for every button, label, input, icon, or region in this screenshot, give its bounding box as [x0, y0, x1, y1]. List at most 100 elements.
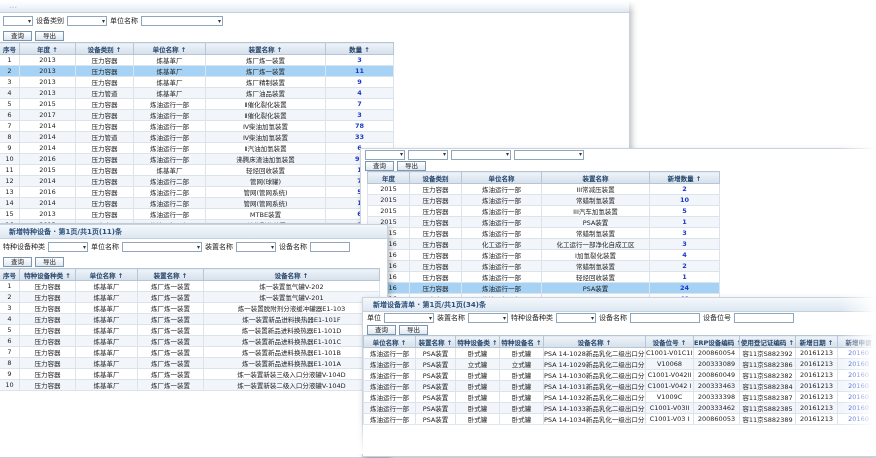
- equip-name-input[interactable]: [630, 313, 700, 323]
- table-cell: Ⅳ柴油加氢装置: [206, 121, 326, 132]
- table-row[interactable]: 72014压力容器炼油运行一部Ⅳ柴油加氢装置78: [0, 121, 394, 132]
- equip-type-select[interactable]: [556, 313, 596, 323]
- column-header[interactable]: 新增数量 ↑: [650, 172, 720, 184]
- table-cell: 3: [0, 303, 20, 314]
- column-header[interactable]: 单位名称: [462, 172, 542, 184]
- column-header[interactable]: 装置名称 ↑: [416, 336, 456, 348]
- table-row[interactable]: 8压力容器炼基革厂炼厂炼一装置炼一装置新品进料换热器E1-101A: [0, 358, 380, 369]
- table-row[interactable]: 132016压力容器炼油运行二部管网(管网系统)5: [0, 187, 394, 198]
- filter-select-b[interactable]: [408, 150, 448, 160]
- column-header[interactable]: 特种设备类 ↑: [456, 336, 500, 348]
- table-row[interactable]: 10压力容器炼基革厂炼厂炼一装置炼一装置新装二级入口分液罐V-104D: [0, 380, 380, 391]
- column-header[interactable]: 设备名称 ↑: [204, 269, 380, 281]
- column-header[interactable]: 装置名称 ↑: [206, 43, 326, 55]
- table-row[interactable]: 6压力容器炼基革厂炼厂炼一装置炼一装置新品进料换热器E1-101C: [0, 336, 380, 347]
- table-cell: 7: [0, 121, 20, 132]
- table-row[interactable]: 102016压力容器炼油运行一部沸腾床渣油加氢装置92: [0, 154, 394, 165]
- query-button[interactable]: 查询: [3, 257, 32, 267]
- column-header[interactable]: 单位名称 ↑: [134, 43, 206, 55]
- table-row[interactable]: 2016压力容器炼油运行一部PSA装置24: [368, 283, 720, 294]
- device-name-select[interactable]: [236, 242, 276, 252]
- table-row[interactable]: 62017压力容器炼油运行一部Ⅱ催化裂化装置3: [0, 110, 394, 121]
- equip-name-input[interactable]: [310, 242, 350, 252]
- export-button[interactable]: 导出: [397, 161, 426, 171]
- table-row[interactable]: 2压力容器炼基革厂炼厂炼一装置炼一装置氢气罐V-201: [0, 292, 380, 303]
- export-button[interactable]: 导出: [35, 257, 64, 267]
- table-row[interactable]: 2015压力容器炼油运行一部PSA装置1: [368, 217, 720, 228]
- column-header[interactable]: 设备类别 ↑: [76, 43, 134, 55]
- table-cell: 卧式罐: [456, 348, 500, 359]
- table-row[interactable]: 2016压力容器化工运行一部化工运行一部净化自成工区3: [368, 239, 720, 250]
- column-header[interactable]: 年度: [368, 172, 410, 184]
- table-row[interactable]: 32013压力容器炼基革厂炼厂精制装置9: [0, 77, 394, 88]
- unit-name-select[interactable]: [122, 242, 202, 252]
- table-row[interactable]: 2015压力容器炼油运行一部常蜡制氢装置3: [368, 228, 720, 239]
- table-row[interactable]: 1压力容器炼基革厂炼厂炼一装置炼一装置氢气罐V-202: [0, 281, 380, 292]
- query-button[interactable]: 查询: [367, 325, 396, 335]
- table-row[interactable]: 炼油运行一部PSA装置立式罐立式罐PSA 14-1029新品乳化二级出口分液罐V…: [364, 359, 876, 370]
- table-row[interactable]: 2015压力容器炼油运行一部常蜡制氢装置10: [368, 195, 720, 206]
- column-header[interactable]: 序号: [0, 269, 20, 281]
- unit-select[interactable]: [384, 313, 434, 323]
- export-button[interactable]: 导出: [35, 31, 64, 41]
- column-header[interactable]: ERP设备编码 ↑: [694, 336, 740, 348]
- table-row[interactable]: 82014压力管道炼油运行一部Ⅳ柴油加氢装置33: [0, 132, 394, 143]
- table-row[interactable]: 4压力容器炼基革厂炼厂炼一装置炼一装置新品进料换热器E1-101F: [0, 314, 380, 325]
- table-row[interactable]: 5压力容器炼基革厂炼厂炼一装置炼一装置新品进料换热器E1-101D: [0, 325, 380, 336]
- table-row[interactable]: 12013压力容器炼基革厂炼厂炼一装置3: [0, 55, 394, 66]
- column-header[interactable]: 数量 ↑: [326, 43, 394, 55]
- device-name-select[interactable]: [468, 313, 508, 323]
- table-row[interactable]: 炼油运行一部PSA装置卧式罐卧式罐PSA 14-1031新品乳化一级出口分液罐1…: [364, 381, 876, 392]
- equip-type-select[interactable]: [48, 242, 88, 252]
- equip-no-input[interactable]: [734, 313, 794, 323]
- table-row[interactable]: 7压力容器炼基革厂炼厂炼一装置炼一装置新品进料换热器E1-101B: [0, 347, 380, 358]
- table-row[interactable]: 152013压力容器炼油运行一部MTBE装置6: [0, 209, 394, 220]
- year-select[interactable]: [3, 16, 33, 26]
- table-cell: I加氢裂化装置: [542, 250, 650, 261]
- column-header[interactable]: 特种设备名 ↑: [500, 336, 544, 348]
- table-row[interactable]: 112015压力容器炼基革厂轻烃回收装置1: [0, 165, 394, 176]
- query-button[interactable]: 查询: [365, 161, 394, 171]
- table-row[interactable]: 炼油运行一部PSA装置卧式罐卧式罐PSA 14-1028新品乳化二级出口分液罐1…: [364, 348, 876, 359]
- filter-select-c[interactable]: [451, 150, 511, 160]
- column-header[interactable]: 装置名称 ↑: [138, 269, 204, 281]
- filter-select-d[interactable]: [514, 150, 584, 160]
- column-header[interactable]: 序号: [0, 43, 20, 55]
- column-header[interactable]: 特种设备种类 ↑: [20, 269, 76, 281]
- table-row[interactable]: 42013压力管道炼基革厂炼厂油品装置4: [0, 88, 394, 99]
- column-header[interactable]: 设备位号 ↑: [646, 336, 694, 348]
- column-header[interactable]: 单位名称 ↑: [364, 336, 416, 348]
- column-header[interactable]: 单位名称 ↑: [76, 269, 138, 281]
- table-cell: 压力容器: [20, 281, 76, 292]
- table-row[interactable]: 22013压力容器炼基革厂炼厂炼一装置11: [0, 66, 394, 77]
- table-row[interactable]: 2016压力容器炼油运行一部I加氢裂化装置4: [368, 250, 720, 261]
- table-row[interactable]: 142014压力容器炼油运行二部管网(管网系统)1: [0, 198, 394, 209]
- table-row[interactable]: 炼油运行一部PSA装置卧式罐卧式罐PSA 14-1033新品乳化二级出口分液罐1…: [364, 403, 876, 414]
- column-header[interactable]: 装置名称: [542, 172, 650, 184]
- column-header[interactable]: 年度 ↑: [20, 43, 76, 55]
- unit-name-select[interactable]: [141, 16, 223, 26]
- table-row[interactable]: 92014压力容器炼油运行一部Ⅱ汽油加氢装置6: [0, 143, 394, 154]
- table-row[interactable]: 炼油运行一部PSA装置卧式罐卧式罐PSA 14-1032新品乳化二级出口分液罐V…: [364, 392, 876, 403]
- table-cell: 压力容器: [410, 195, 462, 206]
- table-row[interactable]: 2015压力容器炼油运行一部III汽车加氢装置5: [368, 206, 720, 217]
- column-header[interactable]: 设备名称 ↑: [544, 336, 646, 348]
- table-row[interactable]: 3压力容器炼基革厂炼厂炼一装置炼一装置脱附剂分液缓冲罐器E1-103: [0, 303, 380, 314]
- table-row[interactable]: 122014压力容器炼油运行二部管网(球罐)7: [0, 176, 394, 187]
- table-row[interactable]: 炼油运行一部PSA装置卧式罐卧式罐PSA 14-1034新品乳化一级出口分液罐1…: [364, 414, 876, 425]
- query-button[interactable]: 查询: [3, 31, 32, 41]
- table-row[interactable]: 炼油运行一部PSA装置卧式罐卧式罐PSA 14-1030新品乳化二级出口分液罐1…: [364, 370, 876, 381]
- table-row[interactable]: 2015压力容器炼油运行一部III常减压装置2: [368, 184, 720, 195]
- table-row[interactable]: 2016压力容器炼油运行一部常蜡制氢装置2: [368, 261, 720, 272]
- table-cell: 2013: [20, 55, 76, 66]
- column-header[interactable]: 设备类别: [410, 172, 462, 184]
- column-header[interactable]: 新增申请: [838, 336, 876, 348]
- table-row[interactable]: 52015压力容器炼油运行一部Ⅱ催化裂化装置7: [0, 99, 394, 110]
- column-header[interactable]: 新增日期 ↑: [796, 336, 838, 348]
- device-type-select[interactable]: [67, 16, 107, 26]
- filter-select-a[interactable]: [365, 150, 405, 160]
- export-button[interactable]: 导出: [399, 325, 428, 335]
- table-row[interactable]: 9压力容器炼基革厂炼厂炼一装置炼一装置新装三级入口分液罐V-104D: [0, 369, 380, 380]
- column-header[interactable]: 使用登记证编码 ↑: [740, 336, 796, 348]
- table-row[interactable]: 2016压力容器炼油运行一部轻烃回收装置1: [368, 272, 720, 283]
